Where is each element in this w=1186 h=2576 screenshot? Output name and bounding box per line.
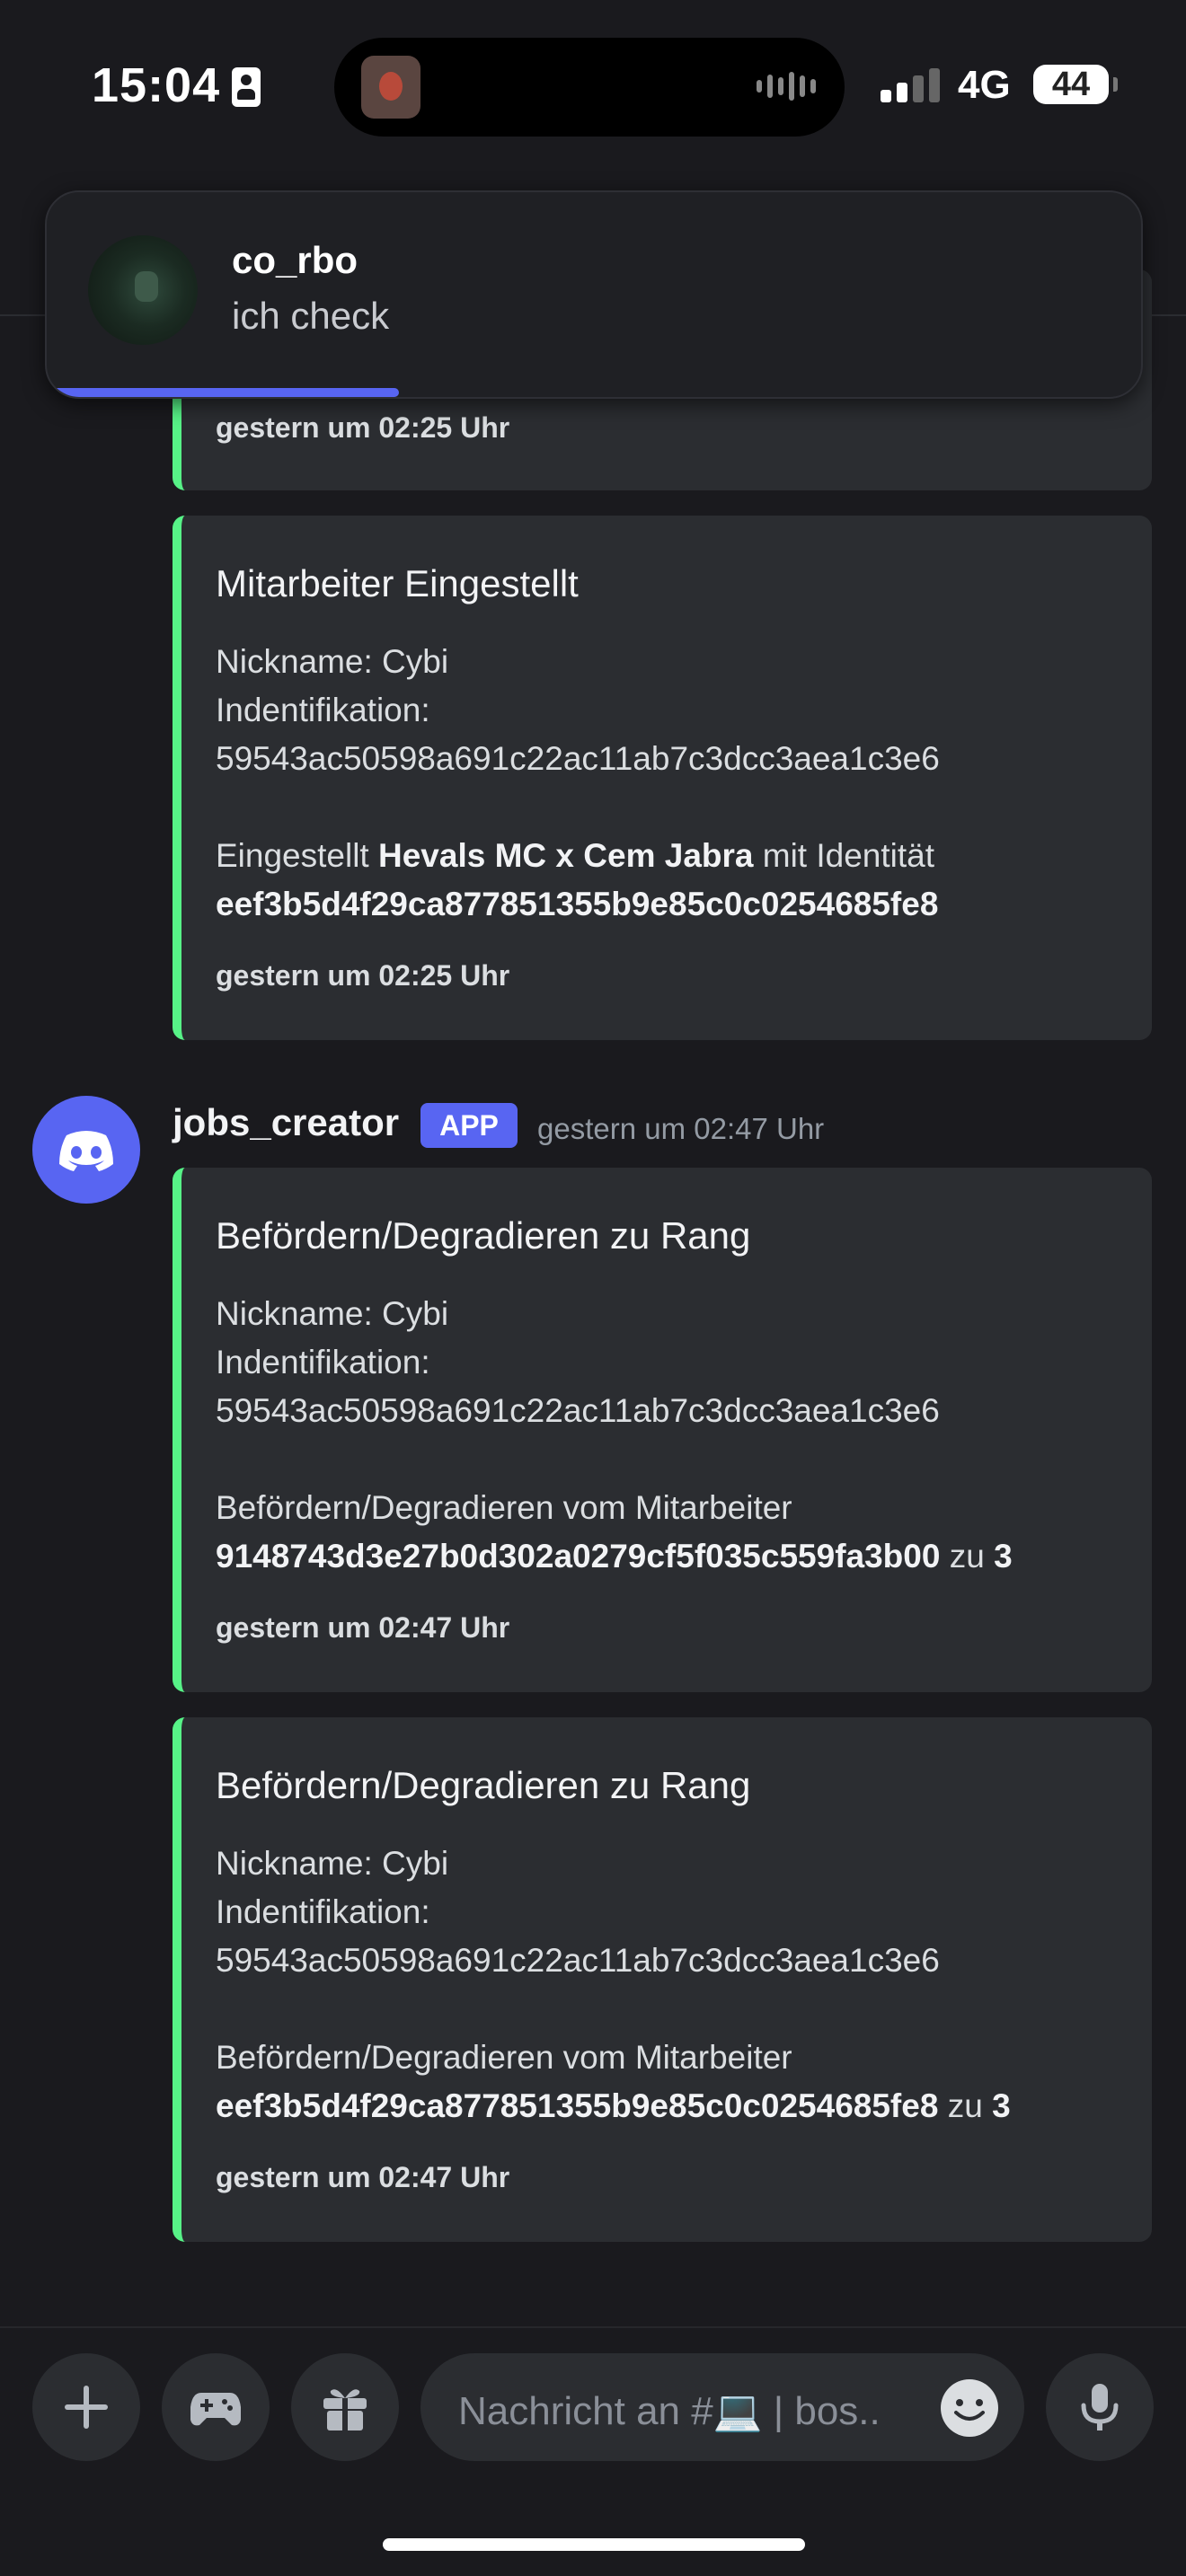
notification-avatar	[88, 235, 198, 345]
embed-timestamp: gestern um 02:25 Uhr	[216, 411, 510, 444]
embed-action-id: eef3b5d4f29ca877851355b9e85c0c0254685fe8	[216, 886, 939, 922]
voice-message-button[interactable]	[1046, 2353, 1154, 2461]
embed-ident-label: Indentifikation:	[216, 692, 430, 728]
embed-ident-label: Indentifikation:	[216, 1344, 430, 1381]
battery-level: 44	[1051, 66, 1091, 103]
embed-action: Befördern/Degradieren vom Mitarbeiter	[216, 2039, 792, 2076]
embed-action-detail: 9148743d3e27b0d302a0279cf5f035c559fa3b00…	[216, 1538, 1013, 1575]
embed-rank: 3	[992, 2087, 1011, 2124]
now-playing-thumbnail	[361, 56, 420, 119]
embed-nickname: Nickname: Cybi	[216, 643, 449, 680]
composer-divider	[0, 2326, 1186, 2328]
embed-title: Befördern/Degradieren zu Rang	[216, 1764, 751, 1806]
embed-action-detail: eef3b5d4f29ca877851355b9e85c0c0254685fe8…	[216, 2087, 1011, 2124]
status-bar: 15:04 4G 44	[0, 0, 1186, 171]
audio-wave-icon	[757, 72, 816, 101]
message-input-placeholder: Nachricht an #💻 | bos..	[458, 2389, 881, 2433]
embed-title: Mitarbeiter Eingestellt	[216, 562, 579, 604]
embed-action-target: Hevals MC x Cem Jabra	[378, 837, 754, 874]
id-card-icon	[232, 67, 261, 107]
notification-message: ich check	[232, 295, 390, 337]
notification-sender: co_rbo	[232, 239, 358, 281]
embed-timestamp: gestern um 02:47 Uhr	[216, 2161, 510, 2193]
embed-nickname: Nickname: Cybi	[216, 1295, 449, 1332]
home-indicator[interactable]	[383, 2538, 805, 2551]
embed-action-id: 9148743d3e27b0d302a0279cf5f035c559fa3b00	[216, 1538, 941, 1575]
battery-icon: 44	[1033, 65, 1118, 104]
add-button[interactable]	[32, 2353, 140, 2461]
embed-action-id: eef3b5d4f29ca877851355b9e85c0c0254685fe8	[216, 2087, 939, 2124]
embed-action: Befördern/Degradieren vom Mitarbeiter	[216, 1489, 792, 1526]
app-badge: APP	[420, 1103, 518, 1148]
embed-rank: 3	[994, 1538, 1013, 1575]
embed-rank-change: Befördern/Degradieren zu Rang Nickname: …	[173, 1168, 1152, 1692]
message-author[interactable]: jobs_creator	[173, 1101, 399, 1144]
avatar[interactable]	[32, 1096, 140, 1204]
embed-hired: Mitarbeiter Eingestellt Nickname: Cybi I…	[173, 516, 1152, 1040]
emoji-icon[interactable]	[940, 2378, 999, 2438]
message-timestamp: gestern um 02:47 Uhr	[537, 1112, 825, 1145]
status-time: 15:04	[92, 58, 221, 112]
signal-icon	[881, 68, 940, 102]
embed-action: Eingestellt Hevals MC x Cem Jabra mit Id…	[216, 837, 935, 874]
gift-icon	[323, 2389, 367, 2430]
plus-icon	[65, 2386, 108, 2429]
embed-timestamp: gestern um 02:25 Uhr	[216, 959, 510, 992]
activities-button[interactable]	[162, 2353, 270, 2461]
embed-rank-change: Befördern/Degradieren zu Rang Nickname: …	[173, 1717, 1152, 2242]
message-input[interactable]: Nachricht an #💻 | bos..	[420, 2353, 1024, 2461]
embed-nickname: Nickname: Cybi	[216, 1845, 449, 1882]
microphone-icon	[1081, 2384, 1119, 2430]
dynamic-island[interactable]	[334, 38, 845, 137]
embed-ident-label: Indentifikation:	[216, 1893, 430, 1930]
notification-banner[interactable]: co_rbo ich check	[45, 190, 1143, 399]
gamepad-icon	[190, 2393, 241, 2426]
embed-ident-value: 59543ac50598a691c22ac11ab7c3dcc3aea1c3e6	[216, 1942, 940, 1979]
network-type: 4G	[958, 63, 1011, 107]
notification-progress	[47, 388, 399, 397]
embed-ident-value: 59543ac50598a691c22ac11ab7c3dcc3aea1c3e6	[216, 740, 940, 777]
embed-ident-value: 59543ac50598a691c22ac11ab7c3dcc3aea1c3e6	[216, 1392, 940, 1429]
embed-title: Befördern/Degradieren zu Rang	[216, 1214, 751, 1257]
embed-timestamp: gestern um 02:47 Uhr	[216, 1611, 510, 1644]
discord-logo-icon	[59, 1131, 113, 1171]
gift-button[interactable]	[291, 2353, 399, 2461]
